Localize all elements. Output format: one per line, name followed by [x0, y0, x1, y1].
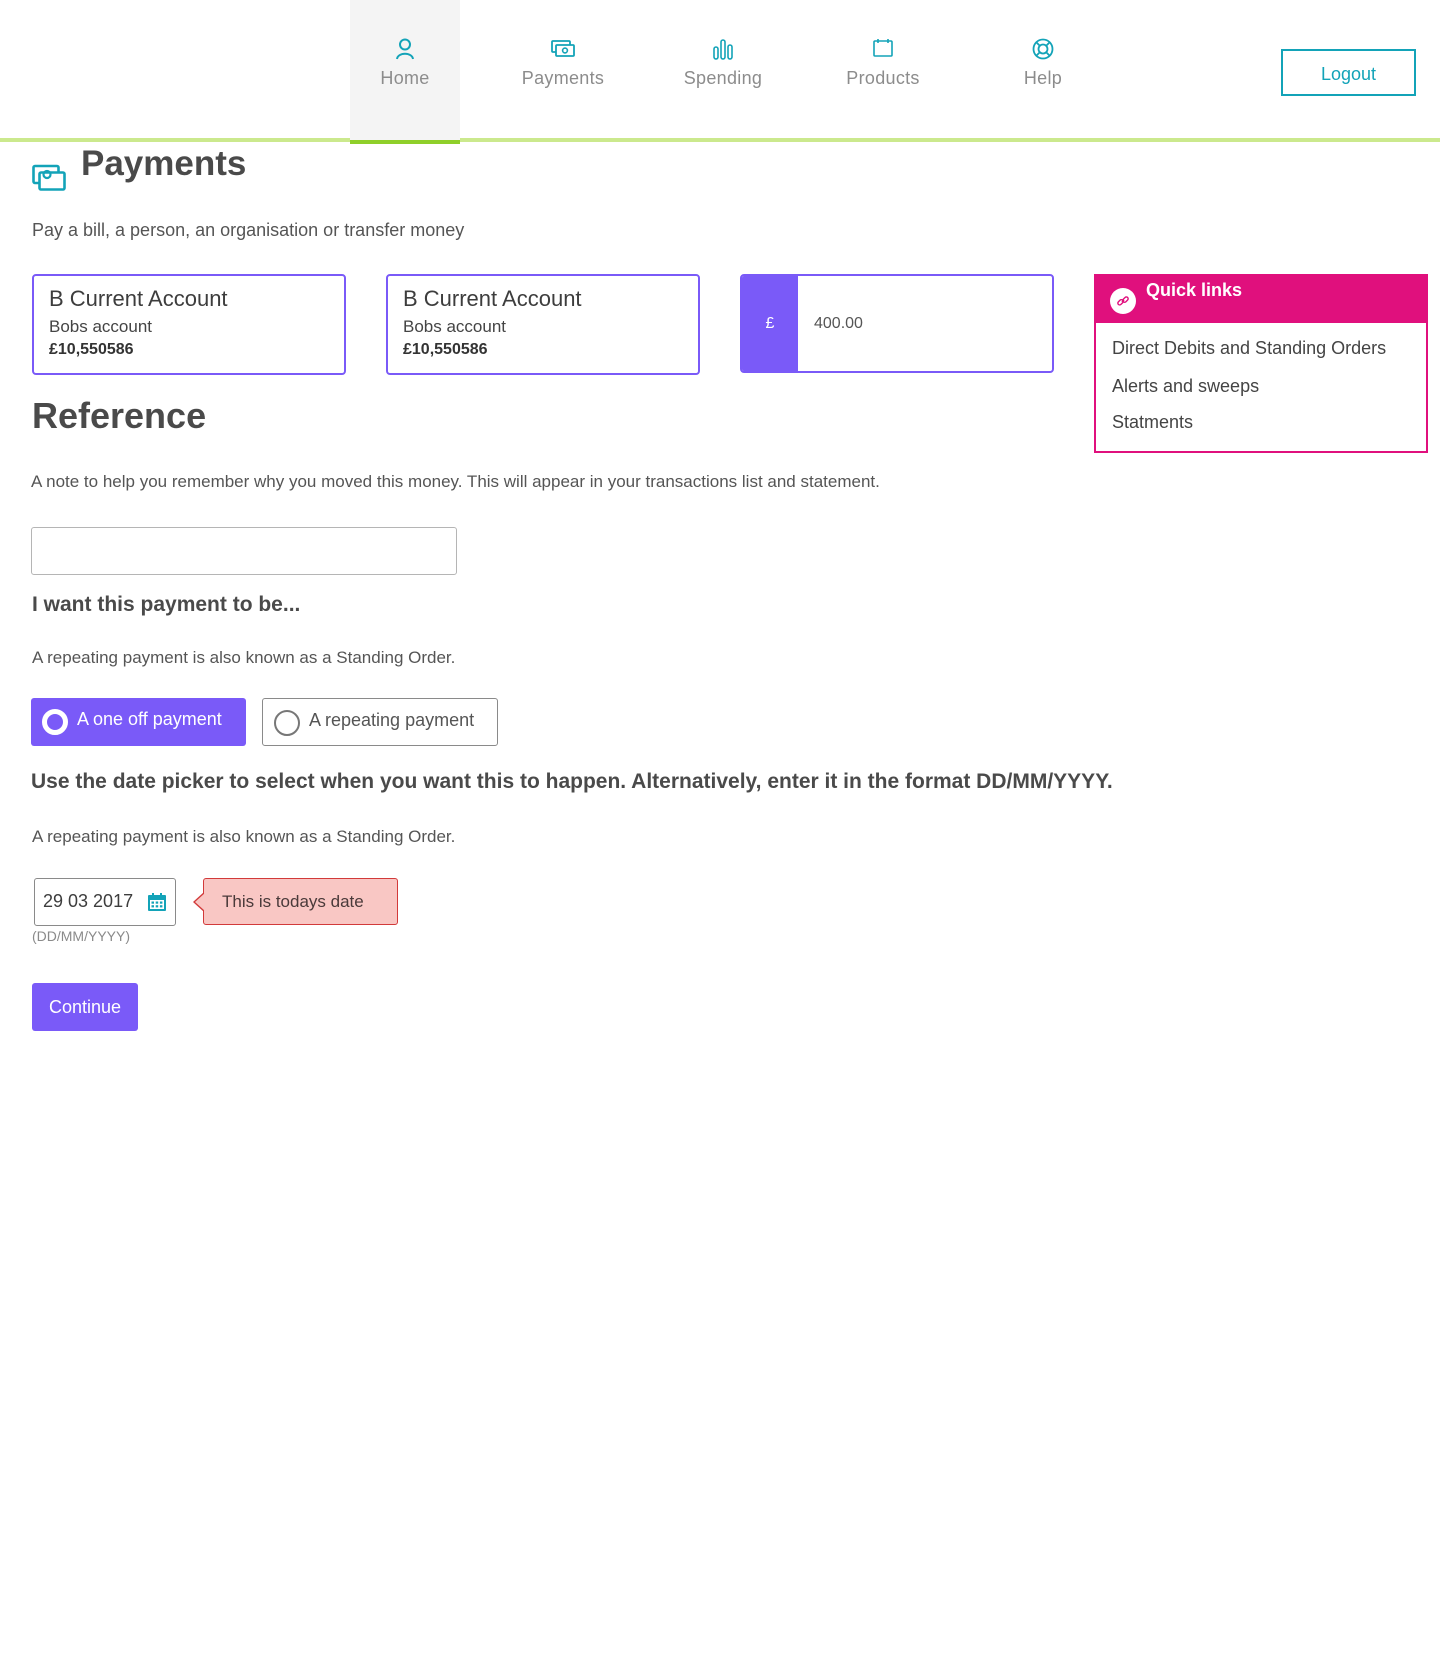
reference-heading: Reference	[32, 395, 207, 436]
amount-input[interactable]	[798, 276, 1052, 371]
radio-unselected-indicator	[274, 710, 300, 736]
account-nickname: Bobs account	[403, 317, 507, 336]
continue-button[interactable]: Continue	[32, 983, 138, 1031]
nav-item-products[interactable]: Products	[828, 0, 938, 142]
account-nickname: Bobs account	[49, 317, 153, 336]
page-title: Payments	[81, 144, 247, 183]
page-subtitle: Pay a bill, a person, an organisation or…	[32, 220, 465, 240]
quick-link-direct-debits[interactable]: Direct Debits and Standing Orders	[1112, 338, 1386, 359]
nav-label-spending: Spending	[683, 68, 763, 88]
nav-item-help[interactable]: Help	[988, 0, 1098, 142]
reference-description: A note to help you remember why you move…	[31, 472, 880, 491]
repeating-payment-radio[interactable]: A repeating payment	[262, 698, 498, 746]
radio-selected-indicator	[42, 709, 68, 735]
radio-label: A one off payment	[77, 709, 222, 729]
currency-symbol: £	[742, 276, 798, 371]
calendar-icon[interactable]	[147, 892, 167, 917]
tooltip-text: This is todays date	[222, 892, 364, 911]
quick-links-title: Quick links	[1146, 280, 1243, 300]
quick-links-header: Quick links	[1094, 274, 1428, 323]
bar-chart-icon	[668, 38, 778, 62]
quick-link-statements[interactable]: Statments	[1112, 412, 1193, 433]
nav-label-payments: Payments	[521, 68, 605, 88]
radio-label: A repeating payment	[309, 710, 475, 730]
lifebuoy-icon	[988, 38, 1098, 62]
one-off-payment-radio[interactable]: A one off payment	[31, 698, 246, 746]
account-balance: £10,550586	[49, 341, 134, 358]
date-input[interactable]: 29 03 2017	[34, 878, 176, 926]
quick-link-alerts[interactable]: Alerts and sweeps	[1112, 376, 1259, 397]
todays-date-tooltip: This is todays date	[193, 878, 398, 925]
date-description: A repeating payment is also known as a S…	[32, 827, 456, 846]
nav-label-products: Products	[846, 68, 920, 88]
date-format-hint: (DD/MM/YYYY)	[32, 928, 130, 944]
from-account-card[interactable]: B Current Account Bobs account £10,55058…	[32, 274, 346, 375]
tooltip-arrow	[193, 892, 205, 912]
account-balance: £10,550586	[403, 341, 488, 358]
reference-input[interactable]	[31, 527, 457, 575]
money-icon	[32, 164, 66, 197]
payment-type-description: A repeating payment is also known as a S…	[32, 648, 456, 667]
nav-item-payments[interactable]: Payments	[508, 0, 618, 142]
date-heading: Use the date picker to select when you w…	[31, 770, 1113, 793]
payment-type-heading: I want this payment to be...	[32, 593, 301, 616]
date-value: 29 03 2017	[43, 891, 134, 911]
account-name: B Current Account	[49, 286, 228, 311]
money-icon	[508, 38, 618, 62]
to-account-card[interactable]: B Current Account Bobs account £10,55058…	[386, 274, 700, 375]
nav-item-spending[interactable]: Spending	[668, 0, 778, 142]
nav-item-home[interactable]: Home	[350, 0, 460, 144]
quick-links-panel: Quick links Direct Debits and Standing O…	[1094, 274, 1428, 453]
top-navigation: Home Payments Spending Products Help Log…	[0, 0, 1440, 144]
amount-field: £	[740, 274, 1054, 373]
user-icon	[350, 38, 460, 62]
logout-button[interactable]: Logout	[1281, 49, 1416, 96]
link-icon	[1110, 288, 1136, 314]
folder-icon	[828, 38, 938, 62]
nav-label-home: Home	[380, 68, 430, 88]
nav-label-help: Help	[1023, 68, 1063, 88]
account-name: B Current Account	[403, 286, 582, 311]
